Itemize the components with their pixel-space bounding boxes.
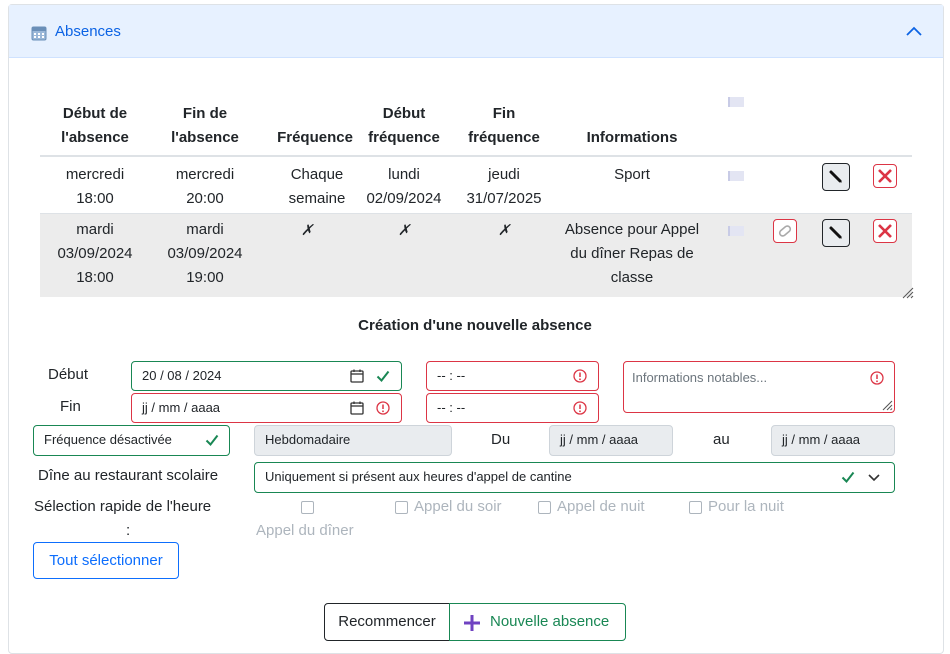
error-icon xyxy=(573,369,587,383)
fin-label: Fin xyxy=(60,398,81,415)
cell-frequence: Chaque semaine xyxy=(288,166,346,207)
resize-handle-icon[interactable] xyxy=(900,285,914,299)
debut-date-input[interactable]: 20 / 08 / 2024 xyxy=(131,361,402,391)
fin-time-input[interactable]: -- : -- xyxy=(426,393,599,423)
cell-frequence: ✗ xyxy=(300,221,314,239)
select-all-button[interactable]: Tout sélectionner xyxy=(33,542,179,579)
delete-button[interactable] xyxy=(873,164,897,188)
checkbox-label-appel-soir: Appel du soir xyxy=(414,498,502,515)
cantine-select[interactable]: Uniquement si présent aux heures d'appel… xyxy=(254,462,895,493)
col-informations: Informations xyxy=(586,129,678,146)
checkbox-label-appel-diner: Appel du dîner xyxy=(256,522,354,539)
table-row: mardi 03/09/2024 18:00 mardi 03/09/2024 19:0… xyxy=(40,213,914,299)
frequence-type-select: Hebdomadaire xyxy=(254,425,452,456)
quick-select-label-colon: : xyxy=(126,522,131,539)
au-label: au xyxy=(713,431,730,448)
paperclip-icon xyxy=(778,225,792,237)
checkbox-pour-nuit[interactable] xyxy=(689,501,702,514)
cell-fin: mardi 03/09/2024 19:00 xyxy=(167,221,243,286)
cell-fin-frequence: jeudi 31/07/2025 xyxy=(466,166,542,207)
informations-textarea[interactable]: Informations notables... xyxy=(623,361,895,413)
close-icon xyxy=(878,224,892,238)
pencil-icon xyxy=(829,170,842,183)
col-fin-frequence: Fin fréquence xyxy=(468,105,540,146)
quick-select-label: Sélection rapide de l'heure xyxy=(34,498,212,515)
close-icon xyxy=(878,169,892,183)
fin-date-input[interactable]: jj / mm / aaaa xyxy=(131,393,402,423)
absences-header[interactable]: Absences xyxy=(9,5,943,58)
checkbox-appel-diner[interactable] xyxy=(301,501,314,514)
cell-fin-frequence: ✗ xyxy=(497,221,511,239)
new-absence-label: Nouvelle absence xyxy=(490,613,610,630)
cell-informations: Sport xyxy=(614,166,650,183)
checkbox-appel-soir[interactable] xyxy=(395,501,408,514)
cell-informations: Absence pour Appel du dîner Repas de class… xyxy=(564,221,700,286)
error-icon xyxy=(870,371,884,385)
debut-time-input[interactable]: -- : -- xyxy=(426,361,599,391)
flag-icon xyxy=(728,97,744,107)
col-fin-absence: Fin de l'absence xyxy=(171,105,239,146)
new-absence-button[interactable]: Nouvelle absence xyxy=(449,603,626,641)
chevron-down-icon[interactable] xyxy=(867,470,881,484)
col-frequence: Fréquence xyxy=(277,129,353,146)
calendar-icon[interactable] xyxy=(350,369,364,383)
flag-icon xyxy=(728,226,744,236)
check-icon xyxy=(841,471,855,484)
pencil-icon xyxy=(829,226,842,239)
edit-button[interactable] xyxy=(822,219,850,247)
absences-title: Absences xyxy=(55,23,121,40)
cell-debut: mardi 03/09/2024 18:00 xyxy=(57,221,133,286)
cantine-label: Dîne au restaurant scolaire xyxy=(38,467,219,484)
form-title: Création d'une nouvelle absence xyxy=(358,317,592,334)
plus-icon xyxy=(464,615,480,631)
checkbox-label-appel-nuit: Appel de nuit xyxy=(557,498,645,515)
checkbox-label-pour-nuit: Pour la nuit xyxy=(708,498,784,515)
cell-debut-frequence: ✗ xyxy=(397,221,411,239)
cell-debut: mercredi 18:00 xyxy=(65,166,125,207)
calendar-icon xyxy=(31,26,47,41)
cell-fin: mercredi 20:00 xyxy=(175,166,235,207)
delete-button[interactable] xyxy=(873,219,897,243)
du-label: Du xyxy=(491,431,511,448)
resize-handle-icon[interactable] xyxy=(881,399,893,411)
check-icon xyxy=(376,370,390,383)
edit-button[interactable] xyxy=(822,163,850,191)
table-row: mercredi 18:00 mercredi 20:00 Chaque semain… xyxy=(40,155,912,213)
error-icon xyxy=(573,401,587,415)
frequence-start-date-input: jj / mm / aaaa xyxy=(549,425,673,456)
col-debut-frequence: Début fréquence xyxy=(368,105,440,146)
reset-button[interactable]: Recommencer xyxy=(324,603,450,641)
error-icon xyxy=(376,401,390,415)
check-icon xyxy=(205,434,219,447)
calendar-icon[interactable] xyxy=(350,401,364,415)
flag-icon xyxy=(728,171,744,181)
absences-table: Début de l'absence Fin de l'absence Fréque… xyxy=(40,95,914,299)
frequence-end-date-input: jj / mm / aaaa xyxy=(771,425,895,456)
cell-debut-frequence: lundi 02/09/2024 xyxy=(366,166,442,207)
frequence-select[interactable]: Fréquence désactivée xyxy=(33,425,230,456)
col-debut-absence: Début de l'absence xyxy=(61,105,129,146)
chevron-up-icon[interactable] xyxy=(905,25,923,37)
checkbox-appel-nuit[interactable] xyxy=(538,501,551,514)
attachment-button[interactable] xyxy=(773,219,797,243)
debut-label: Début xyxy=(48,366,89,383)
